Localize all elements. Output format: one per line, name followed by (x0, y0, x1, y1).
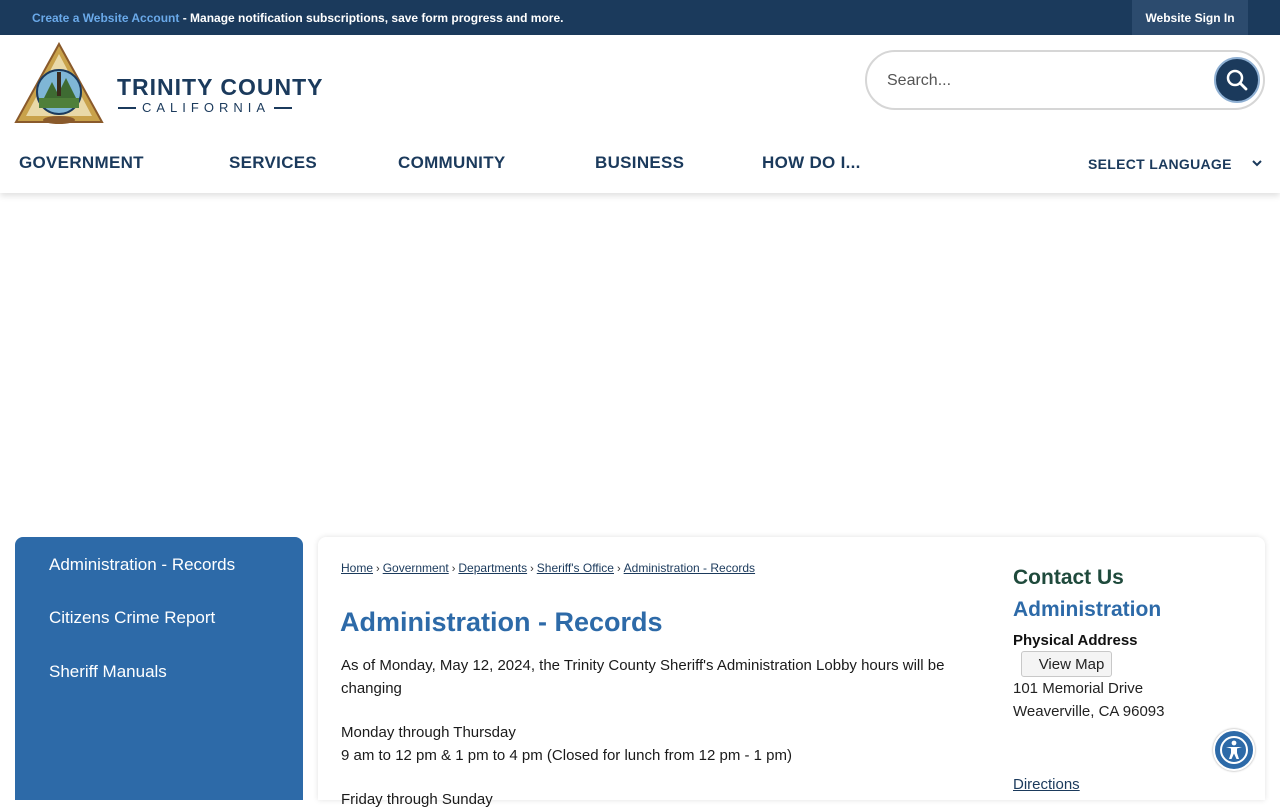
weekday-hours: 9 am to 12 pm & 1 pm to 4 pm (Closed for… (341, 747, 793, 764)
lobby-hours-notice: As of Monday, May 12, 2024, the Trinity … (341, 657, 945, 697)
main-nav: GOVERNMENT SERVICES COMMUNITY BUSINESS H… (0, 140, 1280, 185)
search-input[interactable] (887, 69, 1207, 93)
address-line-2: Weaverville, CA 96093 (1013, 703, 1165, 720)
search-button[interactable] (1214, 57, 1260, 103)
directions-link[interactable]: Directions (1013, 776, 1080, 793)
page-title: Administration - Records (340, 607, 663, 637)
breadcrumb-separator: › (376, 563, 380, 575)
nav-community[interactable]: COMMUNITY (398, 153, 506, 173)
logo-subtitle: CALIFORNIA (142, 100, 271, 115)
physical-address-label: Physical Address (1013, 632, 1138, 649)
sidebar-nav: Administration - Records Citizens Crime … (15, 537, 303, 800)
home-logo-link[interactable]: TRINITY COUNTY CALIFORNIA (14, 42, 323, 126)
breadcrumb-separator: › (530, 563, 534, 575)
logo-subtitle-row: CALIFORNIA (118, 100, 330, 115)
top-bar: Create a Website Account - Manage notifi… (0, 0, 1280, 35)
nav-business[interactable]: BUSINESS (595, 153, 684, 173)
sidebar-item-citizens-crime-report[interactable]: Citizens Crime Report (49, 608, 215, 628)
logo-rule-left (118, 106, 136, 109)
nav-how-do-i[interactable]: HOW DO I... (762, 153, 861, 173)
website-sign-in-button[interactable]: Website Sign In (1132, 0, 1248, 35)
chevron-down-icon[interactable] (1250, 156, 1264, 170)
accessibility-button[interactable] (1213, 729, 1255, 771)
accessibility-icon (1220, 736, 1248, 764)
county-seal-logo (14, 42, 104, 124)
account-message: Create a Website Account - Manage notifi… (32, 11, 563, 25)
view-map-button[interactable]: View Map (1021, 651, 1112, 677)
main-content: Home › Government › Departments › Sheriff's Of… (318, 537, 1265, 808)
create-account-link[interactable]: Create a Website Account (32, 11, 179, 25)
contact-heading: Contact Us (1013, 566, 1124, 589)
select-language[interactable]: SELECT LANGUAGE (1088, 156, 1232, 172)
logo-title: TRINITY COUNTY (117, 74, 324, 100)
breadcrumb-separator: › (451, 563, 456, 575)
search-box (865, 50, 1265, 110)
breadcrumb-separator: › (616, 563, 621, 575)
breadcrumb-sheriffs-office[interactable]: Sheriff's Office (537, 561, 614, 575)
address-line-1: 101 Memorial Drive (1013, 680, 1144, 697)
breadcrumb-home[interactable]: Home (341, 561, 373, 575)
breadcrumb: Home › Government › Departments › Sheriff's Of… (341, 561, 755, 575)
breadcrumb-current[interactable]: Administration - Records (624, 561, 755, 575)
site-header: TRINITY COUNTY CALIFORNIA GOVERNMENT SER… (0, 35, 1280, 193)
weekday-label: Monday through Thursday (341, 724, 516, 741)
sidebar-item-administration-records[interactable]: Administration - Records (49, 555, 235, 575)
logo-rule-right (274, 106, 293, 109)
nav-government[interactable]: GOVERNMENT (19, 153, 144, 173)
breadcrumb-government[interactable]: Government (383, 561, 449, 575)
search-icon (1226, 69, 1248, 91)
sidebar-item-sheriff-manuals[interactable]: Sheriff Manuals (49, 662, 167, 682)
breadcrumb-departments[interactable]: Departments (458, 561, 527, 575)
contact-department: Administration (1013, 598, 1162, 621)
nav-services[interactable]: SERVICES (229, 153, 317, 173)
account-message-text: - Manage notification subscriptions, sav… (179, 11, 564, 25)
